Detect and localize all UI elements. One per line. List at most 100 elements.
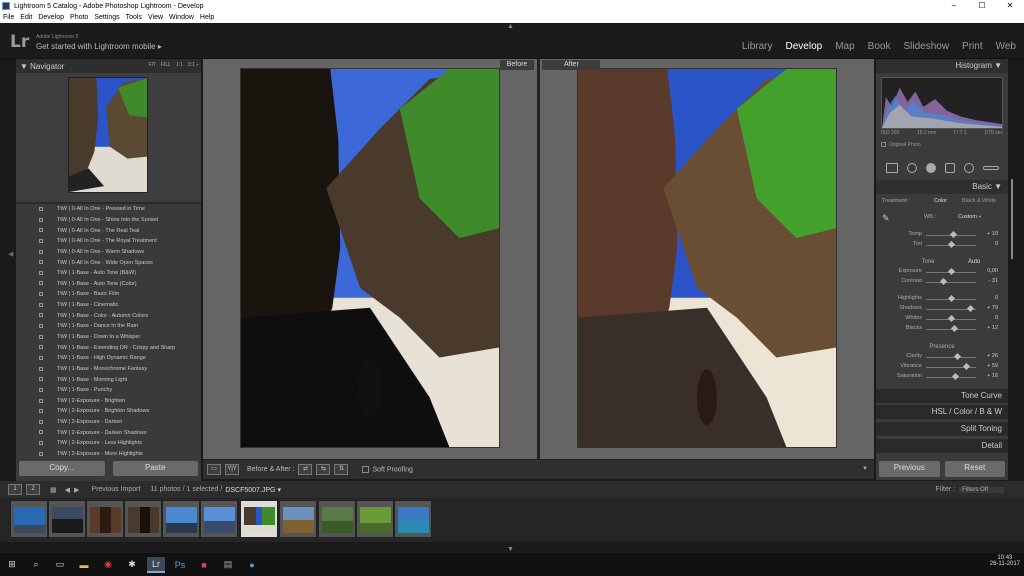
film-thumb[interactable]: [279, 500, 317, 538]
bottom-panel-toggle-icon[interactable]: ▼: [507, 546, 514, 553]
slider-value[interactable]: - 31: [989, 278, 998, 284]
slider-value[interactable]: 0: [995, 295, 998, 301]
wb-eyedropper-icon[interactable]: ✎: [882, 213, 890, 224]
maximize-button[interactable]: ☐: [968, 0, 996, 12]
swap-before-after-button[interactable]: ⇅: [334, 464, 349, 475]
system-clock[interactable]: 10:43 26-11-2017: [990, 555, 1020, 567]
zoom-1-1[interactable]: 1:1: [176, 62, 183, 68]
minimize-button[interactable]: –: [940, 0, 968, 12]
menu-tools[interactable]: Tools: [123, 14, 145, 21]
slider-handle[interactable]: [947, 240, 955, 249]
red-eye-icon[interactable]: [925, 163, 936, 173]
main-window-icon[interactable]: 1: [8, 484, 22, 495]
lightroom-taskbar-icon[interactable]: Lr: [147, 556, 165, 573]
slider-exposure[interactable]: Exposure 0,00: [876, 267, 1008, 277]
histogram-header[interactable]: Histogram ▼: [876, 59, 1008, 73]
app3-taskbar-icon[interactable]: ●: [243, 557, 261, 573]
slider-handle[interactable]: [939, 277, 948, 286]
preset-item[interactable]: TtW | 0-All In One - Wide Open Spaces: [16, 257, 201, 268]
chrome-icon[interactable]: ◉: [99, 557, 117, 573]
file-explorer-icon[interactable]: ▬: [75, 557, 93, 573]
tone-curve-header[interactable]: Tone Curve: [876, 389, 1008, 403]
menu-file[interactable]: File: [0, 14, 17, 21]
film-thumb[interactable]: [10, 500, 48, 538]
navigator-header[interactable]: ▼ Navigator FIT FILL 1:1 3:1 ÷: [16, 59, 201, 73]
crop-tool-icon[interactable]: [885, 163, 898, 173]
filename[interactable]: DSCF5007.JPG ▾: [225, 486, 281, 494]
paste-button[interactable]: Paste: [112, 461, 198, 476]
slider-shadows[interactable]: Shadows + 79: [876, 304, 1008, 314]
slider-saturation[interactable]: Saturation + 16: [876, 372, 1008, 382]
left-panel-toggle-icon[interactable]: ◀: [8, 250, 13, 264]
preset-item[interactable]: TtW | 1-Base - Auto Tone (B&W): [16, 268, 201, 279]
slider-vibrance[interactable]: Vibrance + 59: [876, 362, 1008, 372]
slider-handle[interactable]: [949, 230, 958, 239]
grid-icon[interactable]: ▦: [50, 486, 57, 494]
slider-contrast[interactable]: Contrast - 31: [876, 277, 1008, 287]
slider-track[interactable]: [926, 377, 976, 378]
film-thumb[interactable]: [162, 500, 200, 538]
settings-gear-icon[interactable]: ✱: [123, 557, 141, 573]
split-toning-header[interactable]: Split Toning: [876, 422, 1008, 436]
slider-value[interactable]: 0: [995, 315, 998, 321]
slider-whites[interactable]: Whites 0: [876, 314, 1008, 324]
task-view-icon[interactable]: ▭: [51, 557, 69, 573]
treatment-bw[interactable]: Black & White: [962, 198, 996, 204]
copy-after-to-before-button[interactable]: ⇆: [316, 464, 331, 475]
soft-proofing-checkbox[interactable]: [362, 465, 370, 473]
slider-handle[interactable]: [950, 324, 958, 333]
menu-window[interactable]: Window: [166, 14, 197, 21]
preset-item[interactable]: TtW | 1-Base - Morning Light: [16, 374, 201, 385]
zoom-fit[interactable]: FIT: [148, 62, 156, 68]
slider-track[interactable]: [926, 282, 976, 283]
film-thumb-selected[interactable]: [240, 500, 278, 538]
second-window-icon[interactable]: 2: [26, 484, 40, 495]
radial-filter-icon[interactable]: [963, 163, 974, 173]
film-thumb[interactable]: [318, 500, 356, 538]
search-icon[interactable]: ⌕: [27, 557, 45, 573]
menu-photo[interactable]: Photo: [67, 14, 91, 21]
film-thumb[interactable]: [124, 500, 162, 538]
original-photo-checkbox[interactable]: [881, 142, 886, 148]
preset-item[interactable]: TtW | 1-Base - High Dynamic Range: [16, 353, 201, 364]
loupe-view-button[interactable]: ▭: [207, 464, 221, 475]
module-web[interactable]: Web: [996, 41, 1016, 52]
preset-item[interactable]: TtW | 1-Base - Auto Tone (Color): [16, 278, 201, 289]
previous-button[interactable]: Previous: [879, 461, 940, 477]
slider-value[interactable]: 0: [995, 241, 998, 247]
preset-item[interactable]: TtW | 0-All In One - Pressed in Time: [16, 204, 201, 215]
preset-item[interactable]: TtW | 0-All In One - The Real Teal: [16, 225, 201, 236]
slider-handle[interactable]: [962, 362, 970, 371]
mobile-link[interactable]: Get started with Lightroom mobile ▸: [36, 42, 162, 51]
slider-value[interactable]: + 10: [987, 231, 998, 237]
module-book[interactable]: Book: [868, 41, 891, 52]
toolbar-dropdown-icon[interactable]: ▼: [862, 466, 868, 472]
adjustment-brush-icon[interactable]: [982, 166, 999, 170]
zoom-fill[interactable]: FILL: [161, 62, 171, 68]
right-panel-scrollbar[interactable]: [1010, 59, 1015, 480]
preset-item[interactable]: TtW | 2-Exposure - Darken: [16, 417, 201, 428]
before-after-mode-button[interactable]: Y|Y: [225, 464, 239, 475]
preset-item[interactable]: TtW | 2-Exposure - More Highlights: [16, 449, 201, 460]
after-image[interactable]: [577, 68, 837, 448]
slider-value[interactable]: + 26: [987, 353, 998, 359]
preset-item[interactable]: TtW | 2-Exposure - Brighten: [16, 396, 201, 407]
slider-temp[interactable]: Temp + 10: [876, 230, 1008, 240]
slider-track[interactable]: [926, 357, 976, 358]
preset-item[interactable]: TtW | 2-Exposure - Brighten Shadows: [16, 406, 201, 417]
preset-item[interactable]: TtW | 1-Base - Down to a Whisper: [16, 332, 201, 343]
module-library[interactable]: Library: [742, 41, 773, 52]
back-arrow-icon[interactable]: ◀: [65, 486, 70, 494]
basic-header[interactable]: Basic ▼: [876, 180, 1008, 194]
histogram-graph[interactable]: [881, 77, 1003, 129]
source-label[interactable]: Previous Import: [91, 486, 140, 493]
film-thumb[interactable]: [86, 500, 124, 538]
detail-header[interactable]: Detail: [876, 439, 1008, 453]
module-develop[interactable]: Develop: [786, 41, 823, 52]
film-thumb[interactable]: [48, 500, 86, 538]
original-photo-toggle[interactable]: Original Photo: [881, 142, 921, 148]
slider-value[interactable]: + 59: [987, 363, 998, 369]
navigator-preview[interactable]: [68, 77, 148, 193]
module-map[interactable]: Map: [835, 41, 854, 52]
menu-view[interactable]: View: [145, 14, 166, 21]
